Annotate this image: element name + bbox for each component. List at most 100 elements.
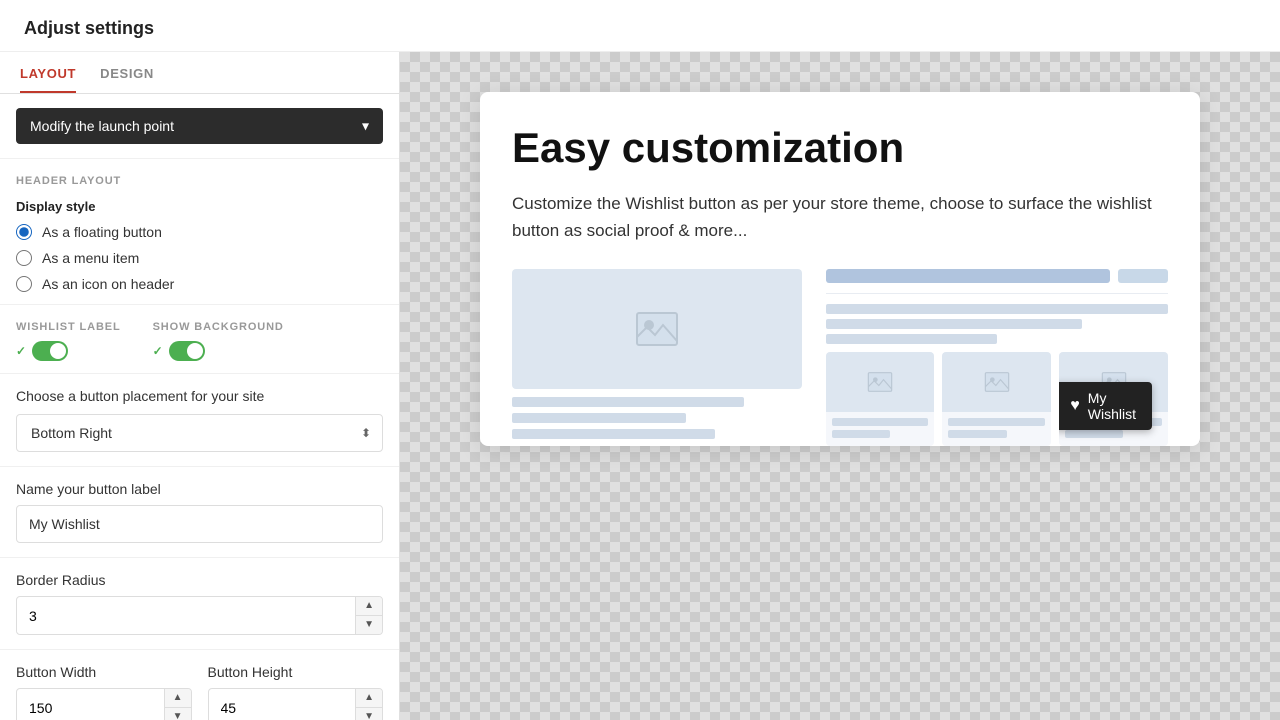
launch-point-section: Modify the launch point — [0, 94, 399, 159]
wishlist-label-toggle[interactable] — [32, 341, 68, 361]
button-height-col: Button Height ▲ ▼ — [208, 664, 384, 720]
wishlist-label-toggle-wrapper: ✓ — [16, 341, 121, 361]
mockup-line-1 — [512, 397, 744, 407]
launch-point-select[interactable]: Modify the launch point — [16, 108, 383, 144]
heart-icon: ♥ — [1070, 397, 1080, 415]
border-radius-input[interactable] — [17, 600, 355, 632]
product-1-lines — [826, 418, 935, 438]
mockup-divider — [826, 293, 1168, 294]
header-layout-section: HEADER LAYOUT Display style As a floatin… — [0, 159, 399, 305]
placement-section: Choose a button placement for your site … — [0, 374, 399, 467]
product-2-lines — [942, 418, 1051, 438]
show-background-toggle-wrapper: ✓ — [153, 341, 284, 361]
display-style-heading: Display style — [16, 199, 383, 214]
wishlist-btn-label: My Wishlist — [1088, 390, 1136, 422]
tab-bar: LAYOUT DESIGN — [0, 52, 399, 94]
border-radius-label: Border Radius — [16, 572, 383, 588]
mockup-header-short — [1118, 269, 1168, 283]
mockup-r-line-3 — [826, 334, 997, 344]
wishlist-label-check-icon: ✓ — [16, 344, 26, 358]
button-label-section: Name your button label — [0, 467, 399, 558]
placement-select-wrapper: Bottom Right Bottom Left Top Right Top L… — [16, 414, 383, 452]
border-radius-down[interactable]: ▼ — [356, 616, 382, 634]
product-grid: ♥ My Wishlist — [826, 352, 1168, 446]
button-width-label: Button Width — [16, 664, 192, 680]
tab-layout[interactable]: LAYOUT — [20, 52, 76, 93]
wishlist-label-toggle-group: WISHLIST LABEL ✓ — [16, 321, 121, 361]
mockup-right: ♥ My Wishlist — [814, 269, 1168, 446]
border-radius-spinner: ▲ ▼ — [355, 597, 382, 634]
product-card-1 — [826, 352, 935, 446]
mockup-lines-right-col — [826, 304, 1168, 344]
radio-icon-input[interactable] — [16, 276, 32, 292]
header-layout-label: HEADER LAYOUT — [16, 175, 383, 187]
mockup-lines-right — [826, 304, 1168, 344]
radio-menu[interactable]: As a menu item — [16, 250, 383, 266]
border-radius-up[interactable]: ▲ — [356, 597, 382, 616]
radio-menu-input[interactable] — [16, 250, 32, 266]
mockup-left — [512, 269, 814, 446]
button-width-up[interactable]: ▲ — [165, 689, 191, 708]
preview-heading: Easy customization — [512, 124, 1168, 172]
placement-label: Choose a button placement for your site — [16, 388, 383, 404]
preview-text: Customize the Wishlist button as per you… — [512, 190, 1168, 244]
launch-point-dropdown-wrapper: Modify the launch point — [16, 108, 383, 144]
button-dimensions-section: Button Width ▲ ▼ Button Height ▲ — [0, 650, 399, 720]
wishlist-float-button[interactable]: ♥ My Wishlist — [1059, 382, 1152, 430]
button-width-down[interactable]: ▼ — [165, 708, 191, 720]
wishlist-label-text: WISHLIST LABEL — [16, 321, 121, 333]
p1-line-2 — [832, 430, 890, 438]
toggles-section: WISHLIST LABEL ✓ SHOW BACKGROUND ✓ — [0, 305, 399, 374]
border-radius-input-wrapper: ▲ ▼ — [16, 596, 383, 635]
page-title: Adjust settings — [0, 0, 1280, 52]
preview-card: Easy customization Customize the Wishlis… — [480, 92, 1200, 446]
p1-line-1 — [832, 418, 929, 426]
sidebar: LAYOUT DESIGN Modify the launch point HE… — [0, 52, 400, 720]
mockup-header — [826, 269, 1168, 283]
radio-icon[interactable]: As an icon on header — [16, 276, 383, 292]
mockup-header-bar — [826, 269, 1110, 283]
button-width-wrapper: ▲ ▼ — [16, 688, 192, 720]
button-height-up[interactable]: ▲ — [356, 689, 382, 708]
show-background-toggle-group: SHOW BACKGROUND ✓ — [153, 321, 284, 361]
product-card-3: ♥ My Wishlist — [1059, 352, 1168, 446]
button-height-wrapper: ▲ ▼ — [208, 688, 384, 720]
button-height-down[interactable]: ▼ — [356, 708, 382, 720]
button-height-spinner: ▲ ▼ — [355, 689, 382, 720]
product-img-2 — [942, 352, 1051, 412]
radio-floating-input[interactable] — [16, 224, 32, 240]
p2-line-1 — [948, 418, 1045, 426]
radio-floating-label: As a floating button — [42, 224, 162, 240]
tab-design[interactable]: DESIGN — [100, 52, 154, 93]
button-width-col: Button Width ▲ ▼ — [16, 664, 192, 720]
product-card-2 — [942, 352, 1051, 446]
radio-icon-label: As an icon on header — [42, 276, 174, 292]
radio-floating[interactable]: As a floating button — [16, 224, 383, 240]
p3-line-2 — [1065, 430, 1123, 438]
placement-select[interactable]: Bottom Right Bottom Left Top Right Top L… — [16, 414, 383, 452]
button-width-input[interactable] — [17, 692, 164, 720]
product-img-1 — [826, 352, 935, 412]
button-height-input[interactable] — [209, 692, 356, 720]
mockup-line-3 — [512, 429, 715, 439]
button-label-input[interactable] — [16, 505, 383, 543]
button-width-spinner: ▲ ▼ — [164, 689, 191, 720]
preview-mockup: ♥ My Wishlist — [512, 269, 1168, 446]
p2-line-2 — [948, 430, 1006, 438]
button-dimensions-row: Button Width ▲ ▼ Button Height ▲ — [16, 664, 383, 720]
mockup-main-image — [512, 269, 802, 389]
preview-panel: Easy customization Customize the Wishlis… — [400, 52, 1280, 720]
show-background-check-icon: ✓ — [153, 344, 163, 358]
mockup-text-lines — [512, 397, 802, 439]
mockup-r-line-1 — [826, 304, 1168, 314]
mockup-r-line-2 — [826, 319, 1083, 329]
show-background-label-text: SHOW BACKGROUND — [153, 321, 284, 333]
show-background-toggle[interactable] — [169, 341, 205, 361]
toggle-row: WISHLIST LABEL ✓ SHOW BACKGROUND ✓ — [16, 321, 383, 361]
button-height-label: Button Height — [208, 664, 384, 680]
border-radius-section: Border Radius ▲ ▼ — [0, 558, 399, 650]
mockup-line-2 — [512, 413, 686, 423]
radio-menu-label: As a menu item — [42, 250, 139, 266]
display-style-radio-group: As a floating button As a menu item As a… — [16, 224, 383, 292]
button-label-label: Name your button label — [16, 481, 383, 497]
